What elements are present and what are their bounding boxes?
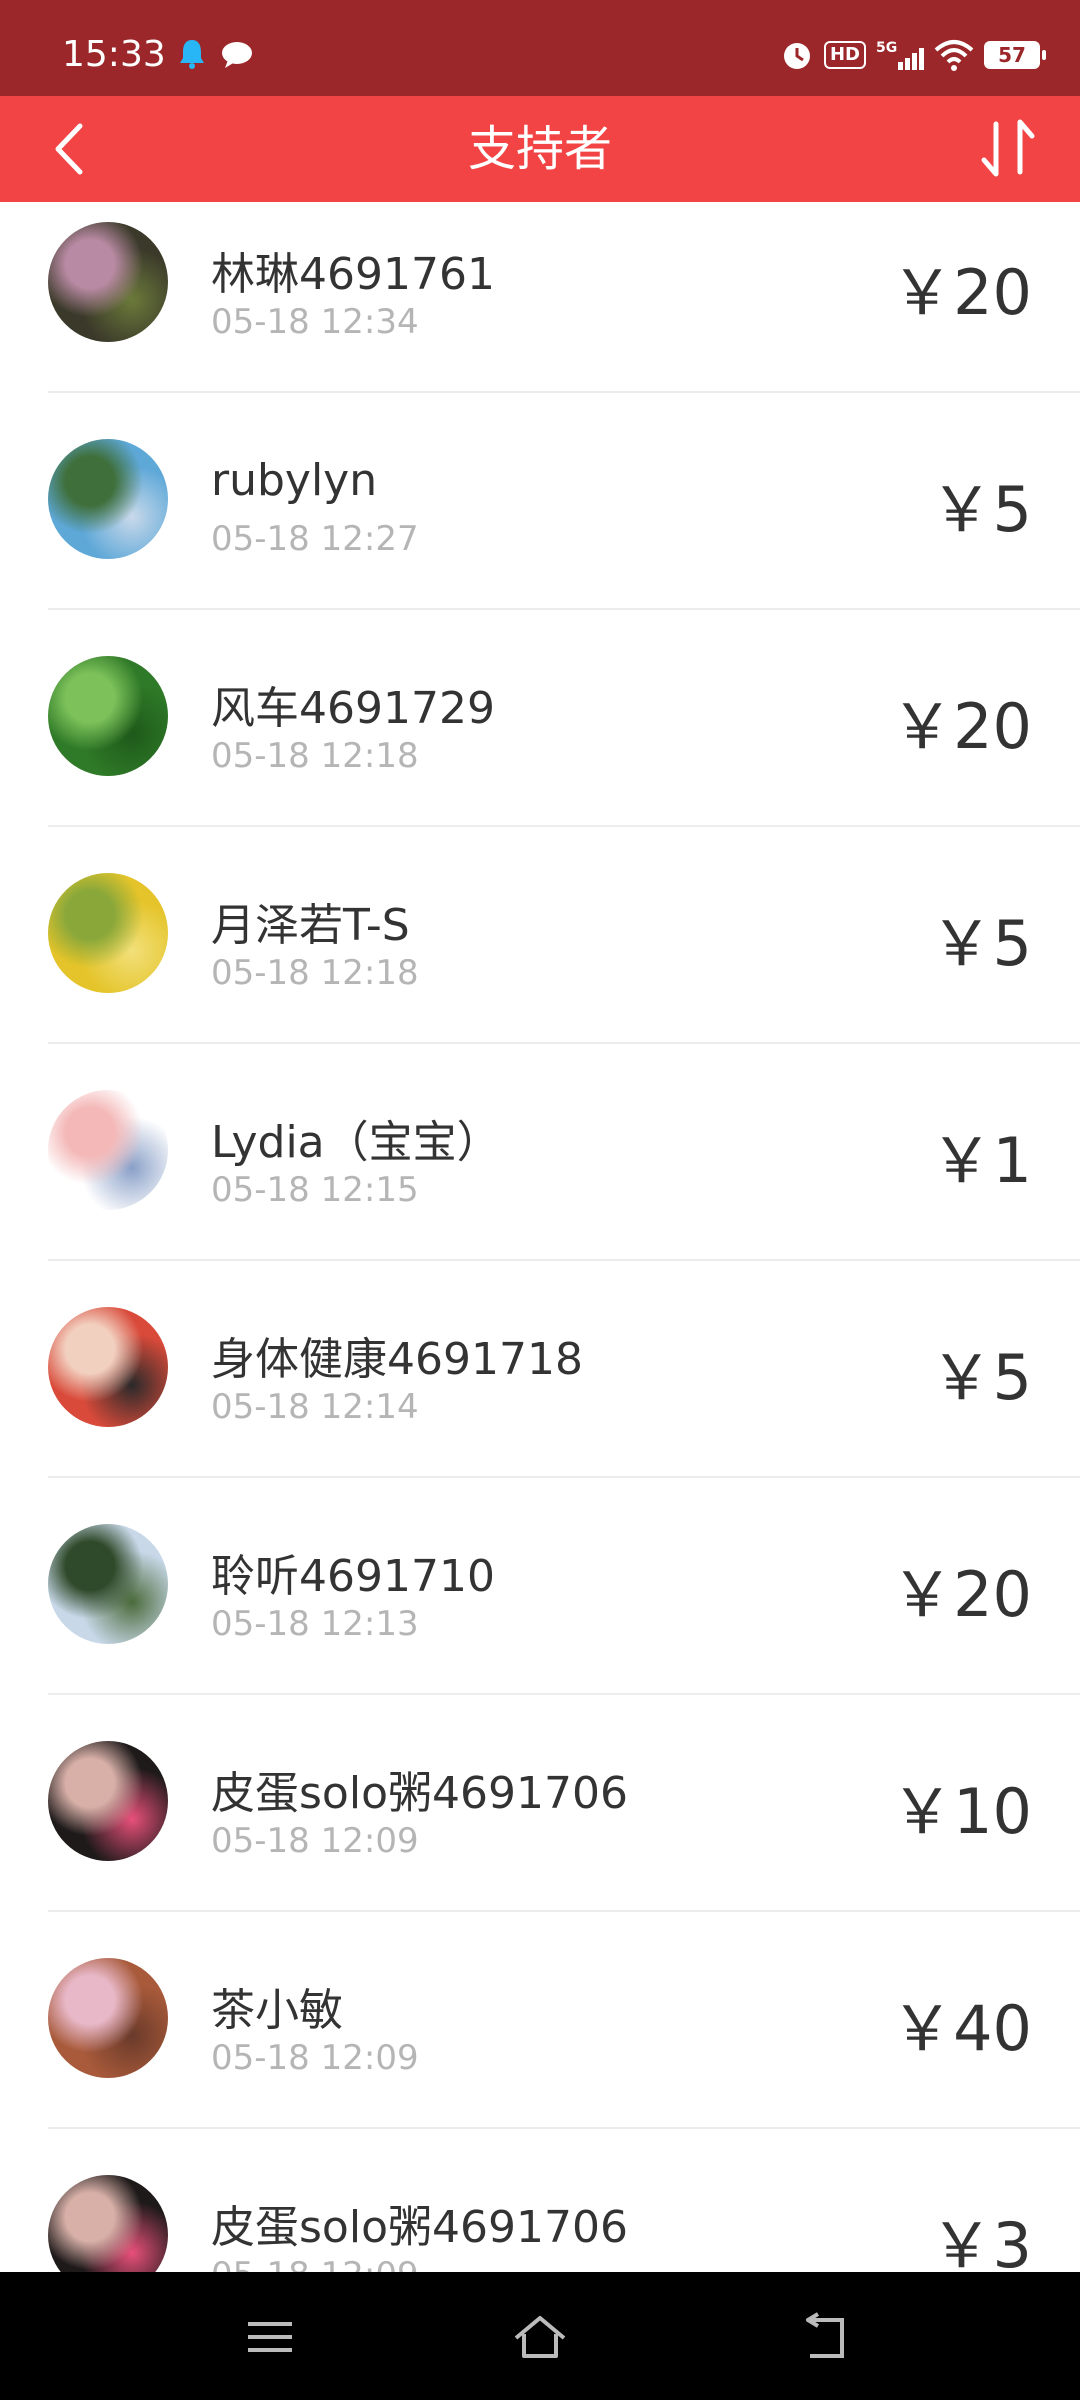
5g-signal-icon: 5G — [876, 40, 924, 70]
alarm-icon — [783, 43, 810, 69]
avatar[interactable] — [48, 1741, 168, 1861]
supporter-list-content: 林琳4691761 05-18 12:34 ￥20 rubylyn 05-18 12:2… — [0, 202, 1080, 2272]
back-icon[interactable] — [796, 2312, 856, 2362]
supporter-row[interactable]: 风车4691729 05-18 12:18 ￥20 — [48, 610, 1080, 827]
avatar[interactable] — [48, 1307, 168, 1427]
supporter-name: Lydia（宝宝） — [211, 1117, 501, 1168]
supporter-name: 皮蛋solo粥4691706 — [211, 2202, 628, 2253]
support-time: 05-18 12:27 — [211, 519, 419, 559]
svg-text:5G: 5G — [876, 40, 897, 56]
support-amount: ￥5 — [930, 907, 1032, 980]
support-time: 05-18 12:14 — [211, 1387, 419, 1427]
avatar[interactable] — [48, 1090, 168, 1210]
supporter-name: 林琳4691761 — [211, 249, 495, 300]
support-time: 05-18 12:18 — [211, 736, 419, 776]
supporter-row[interactable]: 林琳4691761 05-18 12:34 ￥20 — [48, 202, 1080, 393]
supporter-name: 茶小敏 — [211, 1985, 343, 2036]
support-amount: ￥20 — [891, 1558, 1032, 1631]
supporter-row[interactable]: 皮蛋solo粥4691706 05-18 12:09 ￥10 — [48, 1695, 1080, 1912]
chat-bubble-icon — [222, 42, 252, 68]
home-icon[interactable] — [510, 2312, 570, 2362]
support-time: 05-18 12:09 — [211, 2038, 419, 2078]
support-time: 05-18 12:13 — [211, 1604, 419, 1644]
menu-icon[interactable] — [240, 2312, 300, 2362]
avatar[interactable] — [48, 656, 168, 776]
supporter-row[interactable]: 皮蛋solo粥4691706 05-18 12:09 ￥3 — [48, 2129, 1080, 2272]
avatar[interactable] — [48, 222, 168, 342]
avatar[interactable] — [48, 1958, 168, 2078]
hd-icon: HD — [823, 41, 866, 69]
battery-icon: 57 — [984, 41, 1046, 69]
battery-level: 57 — [998, 43, 1026, 67]
support-time: 05-18 12:09 — [211, 1821, 419, 1861]
supporter-row[interactable]: Lydia（宝宝） 05-18 12:15 ￥1 — [48, 1044, 1080, 1261]
support-time: 05-18 12:09 — [211, 2255, 419, 2272]
supporter-row[interactable]: 聆听4691710 05-18 12:13 ￥20 — [48, 1478, 1080, 1695]
supporter-name: 风车4691729 — [211, 683, 495, 734]
avatar[interactable] — [48, 439, 168, 559]
supporter-name: 皮蛋solo粥4691706 — [211, 1768, 628, 1819]
page-title: 支持者 — [467, 121, 612, 177]
support-time: 05-18 12:15 — [211, 1170, 419, 1210]
supporter-row[interactable]: rubylyn 05-18 12:27 ￥5 — [48, 393, 1080, 610]
avatar[interactable] — [48, 873, 168, 993]
sort-icon[interactable] — [978, 110, 1038, 186]
support-amount: ￥3 — [930, 2209, 1032, 2272]
supporter-name: rubylyn — [211, 455, 378, 506]
support-amount: ￥5 — [930, 1341, 1032, 1414]
avatar[interactable] — [48, 1524, 168, 1644]
avatar[interactable] — [48, 2175, 168, 2272]
supporter-row[interactable]: 茶小敏 05-18 12:09 ￥40 — [48, 1912, 1080, 2129]
supporter-row[interactable]: 身体健康4691718 05-18 12:14 ￥5 — [48, 1261, 1080, 1478]
support-amount: ￥20 — [891, 256, 1032, 329]
support-amount: ￥20 — [891, 690, 1032, 763]
support-time: 05-18 12:18 — [211, 953, 419, 993]
support-amount: ￥5 — [930, 473, 1032, 546]
top-app-bar: 支持者 — [0, 96, 1080, 202]
status-bar: 15:33 HD 5G 57 — [0, 0, 1080, 96]
supporter-row[interactable]: 月泽若T-S 05-18 12:18 ￥5 — [48, 827, 1080, 1044]
support-amount: ￥40 — [891, 1992, 1032, 2065]
supporter-name: 聆听4691710 — [211, 1551, 495, 1602]
supporter-name: 身体健康4691718 — [211, 1334, 583, 1385]
supporter-list[interactable]: 林琳4691761 05-18 12:34 ￥20 rubylyn 05-18 12:2… — [0, 202, 1080, 2272]
support-amount: ￥1 — [930, 1124, 1032, 1197]
qq-bell-icon — [180, 40, 204, 69]
support-amount: ￥10 — [891, 1775, 1032, 1848]
support-time: 05-18 12:34 — [211, 302, 419, 342]
system-nav-bar — [0, 2272, 1080, 2400]
wifi-icon — [934, 40, 974, 71]
status-time: 15:33 — [62, 34, 166, 75]
supporter-name: 月泽若T-S — [211, 900, 410, 951]
